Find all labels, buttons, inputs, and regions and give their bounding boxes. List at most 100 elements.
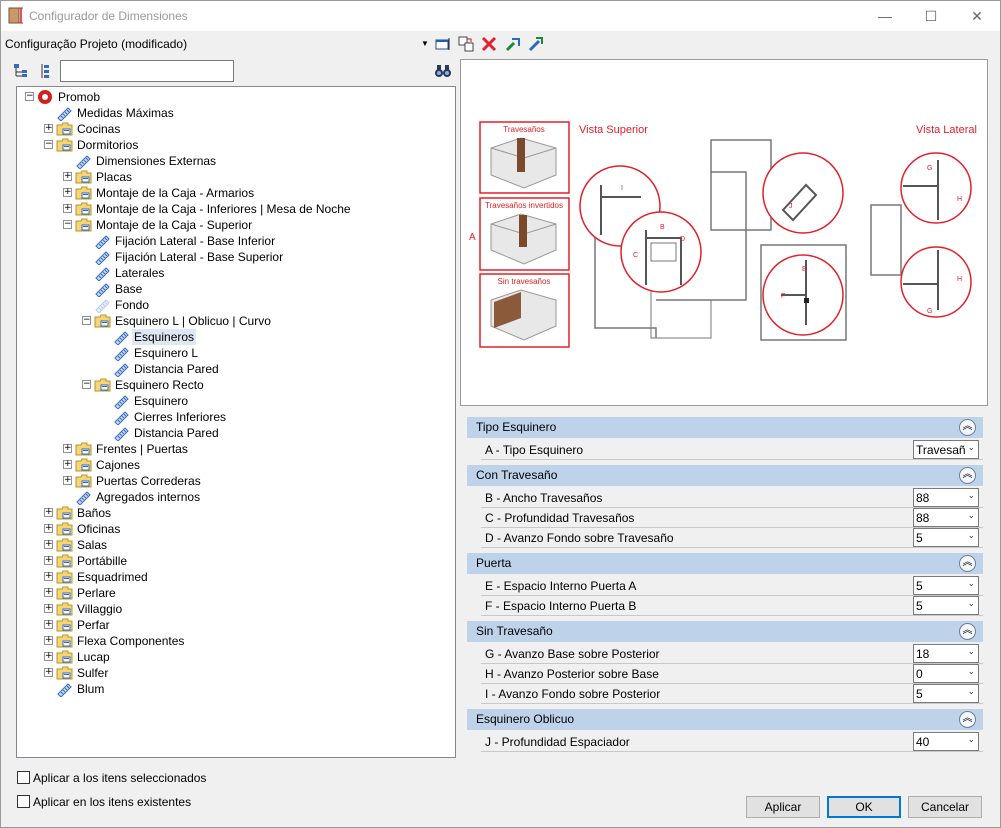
tree-item[interactable]: Esquinero L	[17, 345, 455, 361]
ok-button[interactable]: OK	[827, 796, 901, 818]
expand-toggle-icon[interactable]: +	[44, 572, 53, 581]
expand-toggle-icon[interactable]: +	[44, 508, 53, 517]
tree-item[interactable]: Blum	[17, 681, 455, 697]
tree-item[interactable]: + Perfar	[17, 617, 455, 633]
tree-item[interactable]: − Promob	[17, 89, 455, 105]
tree-item[interactable]: Agregados internos	[17, 489, 455, 505]
collapse-toggle-icon[interactable]: −	[82, 380, 91, 389]
tree-item[interactable]: − Esquinero Recto	[17, 377, 455, 393]
property-value-dropdown[interactable]: 5 ⌄	[913, 576, 979, 595]
property-value-dropdown[interactable]: 88 ⌄	[913, 488, 979, 507]
chevron-down-icon[interactable]: ⌄	[967, 443, 975, 453]
expand-toggle-icon[interactable]: +	[44, 540, 53, 549]
tree-item[interactable]: Cierres Inferiores	[17, 409, 455, 425]
chevron-down-icon[interactable]: ⌄	[967, 687, 975, 697]
tree-item[interactable]: + Portábille	[17, 553, 455, 569]
maximize-button[interactable]: ☐	[908, 1, 954, 31]
tree-item[interactable]: Distancia Pared	[17, 361, 455, 377]
group-header[interactable]: Sin Travesaño ︽	[467, 621, 983, 642]
property-value-dropdown[interactable]: 5 ⌄	[913, 684, 979, 703]
close-window-button[interactable]: ✕	[954, 1, 1000, 31]
collapse-toggle-icon[interactable]: −	[82, 316, 91, 325]
expand-toggle-icon[interactable]: +	[44, 620, 53, 629]
apply-selected-checkbox[interactable]	[17, 771, 30, 784]
collapse-toggle-icon[interactable]: −	[63, 220, 72, 229]
import-icon[interactable]	[504, 35, 522, 53]
tree-item[interactable]: Esquinero	[17, 393, 455, 409]
collapse-group-icon[interactable]: ︽	[959, 419, 976, 436]
tree-item[interactable]: + Lucap	[17, 649, 455, 665]
delete-icon[interactable]	[480, 35, 498, 53]
tree-item[interactable]: + Frentes | Puertas	[17, 441, 455, 457]
group-header[interactable]: Esquinero Oblicuo ︽	[467, 709, 983, 730]
property-value-dropdown[interactable]: 0 ⌄	[913, 664, 979, 683]
tree-item[interactable]: Medidas Máximas	[17, 105, 455, 121]
property-value-dropdown[interactable]: 88 ⌄	[913, 508, 979, 527]
chevron-down-icon[interactable]: ⌄	[967, 491, 975, 501]
expand-toggle-icon[interactable]: +	[44, 636, 53, 645]
tree-item[interactable]: Fijación Lateral - Base Superior	[17, 249, 455, 265]
tree-item[interactable]: + Perlare	[17, 585, 455, 601]
tree-item[interactable]: + Cocinas	[17, 121, 455, 137]
tree-item[interactable]: + Salas	[17, 537, 455, 553]
apply-existing-checkbox[interactable]	[17, 795, 30, 808]
tree-item[interactable]: + Montaje de la Caja - Inferiores | Mesa …	[17, 201, 455, 217]
chevron-down-icon[interactable]: ⌄	[967, 667, 975, 677]
collapse-toggle-icon[interactable]: −	[44, 140, 53, 149]
expand-toggle-icon[interactable]: +	[44, 556, 53, 565]
profile-selector[interactable]: Configuração Projeto (modificado)	[5, 37, 187, 51]
expand-toggle-icon[interactable]: +	[44, 652, 53, 661]
edit-config-icon[interactable]	[434, 35, 452, 53]
tree-item[interactable]: + Sulfer	[17, 665, 455, 681]
tree-item[interactable]: + Oficinas	[17, 521, 455, 537]
tree-item[interactable]: + Puertas Correderas	[17, 473, 455, 489]
expand-toggle-icon[interactable]: +	[63, 444, 72, 453]
property-value-dropdown[interactable]: 40 ⌄	[913, 732, 979, 751]
tree-item[interactable]: Fijación Lateral - Base Inferior	[17, 233, 455, 249]
expand-toggle-icon[interactable]: +	[44, 604, 53, 613]
collapse-group-icon[interactable]: ︽	[959, 711, 976, 728]
chevron-down-icon[interactable]: ⌄	[967, 531, 975, 541]
expand-toggle-icon[interactable]: +	[63, 476, 72, 485]
tree-item[interactable]: Distancia Pared	[17, 425, 455, 441]
copy-config-icon[interactable]	[457, 35, 475, 53]
expand-toggle-icon[interactable]: +	[44, 124, 53, 133]
tree-item[interactable]: Fondo	[17, 297, 455, 313]
tree-item[interactable]: Esquineros	[17, 329, 455, 345]
tree-item[interactable]: Dimensiones Externas	[17, 153, 455, 169]
tree-search-input[interactable]	[60, 60, 234, 82]
property-value-dropdown[interactable]: Travesañ ⌄	[913, 440, 979, 459]
collapse-group-icon[interactable]: ︽	[959, 467, 976, 484]
tree-item[interactable]: + Flexa Componentes	[17, 633, 455, 649]
cancel-button[interactable]: Cancelar	[908, 796, 982, 818]
collapse-group-icon[interactable]: ︽	[959, 623, 976, 640]
expand-toggle-icon[interactable]: +	[44, 524, 53, 533]
collapse-group-icon[interactable]: ︽	[959, 555, 976, 572]
profile-dropdown-arrow-icon[interactable]: ▼	[421, 39, 429, 48]
tree-item[interactable]: + Esquadrimed	[17, 569, 455, 585]
binoculars-icon[interactable]	[434, 63, 452, 79]
group-header[interactable]: Puerta ︽	[467, 553, 983, 574]
chevron-down-icon[interactable]: ⌄	[967, 579, 975, 589]
expand-toggle-icon[interactable]: +	[63, 460, 72, 469]
tree-item[interactable]: + Baños	[17, 505, 455, 521]
property-value-dropdown[interactable]: 5 ⌄	[913, 528, 979, 547]
collapse-tree-icon[interactable]	[39, 63, 51, 79]
expand-toggle-icon[interactable]: +	[44, 668, 53, 677]
chevron-down-icon[interactable]: ⌄	[967, 599, 975, 609]
expand-toggle-icon[interactable]: +	[63, 204, 72, 213]
expand-toggle-icon[interactable]: +	[44, 588, 53, 597]
chevron-down-icon[interactable]: ⌄	[967, 647, 975, 657]
expand-toggle-icon[interactable]: +	[63, 188, 72, 197]
expand-tree-icon[interactable]	[13, 63, 29, 79]
tree-item[interactable]: Laterales	[17, 265, 455, 281]
collapse-toggle-icon[interactable]: −	[25, 92, 34, 101]
minimize-button[interactable]: —	[862, 1, 908, 31]
tree-item[interactable]: + Placas	[17, 169, 455, 185]
apply-button[interactable]: Aplicar	[746, 796, 820, 818]
tree-item[interactable]: + Cajones	[17, 457, 455, 473]
group-header[interactable]: Con Travesaño ︽	[467, 465, 983, 486]
chevron-down-icon[interactable]: ⌄	[967, 511, 975, 521]
expand-toggle-icon[interactable]: +	[63, 172, 72, 181]
group-header[interactable]: Tipo Esquinero ︽	[467, 417, 983, 438]
